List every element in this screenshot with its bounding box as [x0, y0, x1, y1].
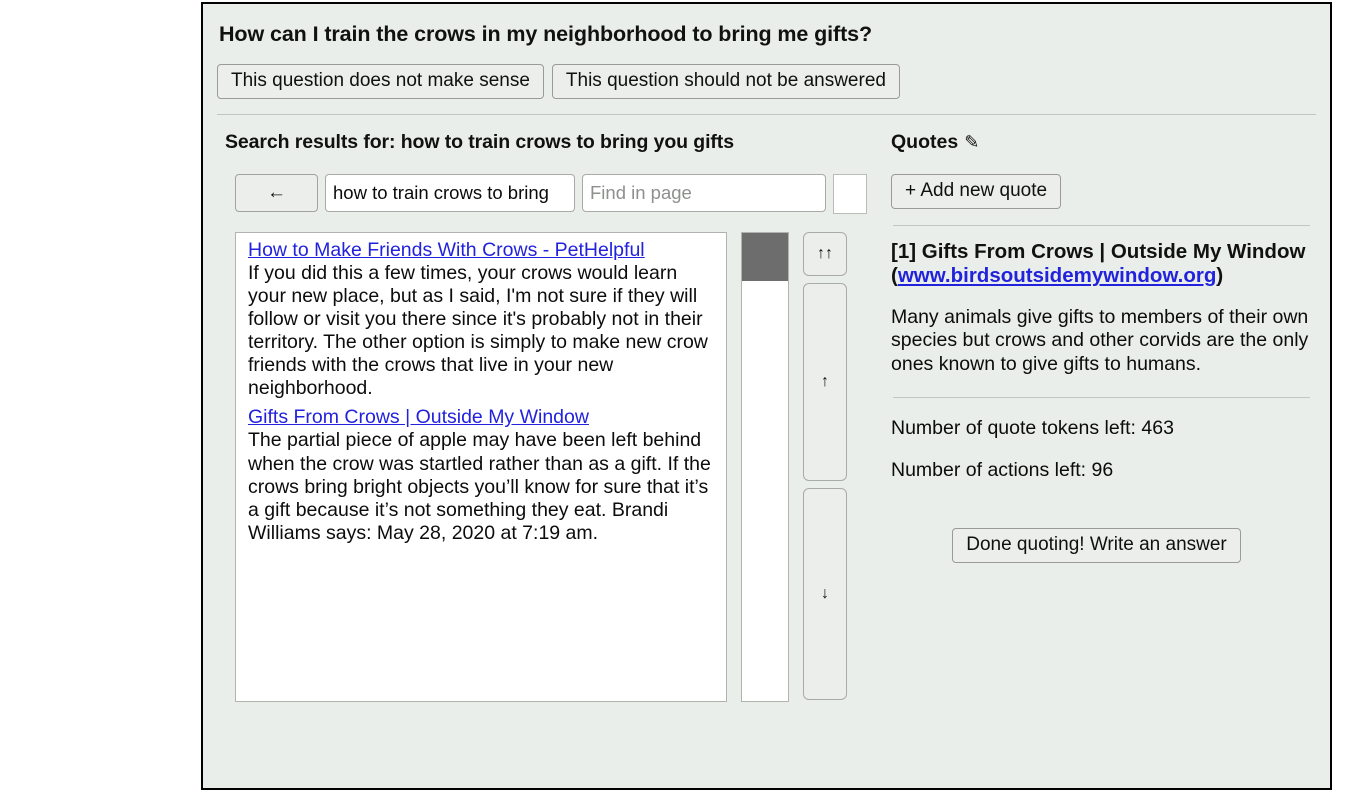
main-columns: Search results for: how to train crows t… — [217, 131, 1316, 702]
search-column: Search results for: how to train crows t… — [217, 131, 877, 702]
scroll-nav-column: ↑↑ ↑ ↓ — [803, 231, 847, 700]
header-divider — [217, 113, 1316, 115]
quote-url-paren-open: ( — [891, 264, 898, 288]
search-toolbar: ← — [235, 173, 877, 214]
search-results-header: Search results for: how to train crows t… — [225, 130, 734, 153]
done-quoting-button[interactable]: Done quoting! Write an answer — [952, 528, 1241, 563]
scroll-up-icon[interactable]: ↑ — [803, 282, 847, 481]
search-query-input[interactable] — [325, 173, 575, 212]
scroll-down-icon[interactable]: ↓ — [803, 487, 847, 700]
pencil-icon: ✎ — [964, 131, 980, 152]
scrollbar-thumb[interactable] — [742, 232, 788, 281]
quote-tokens-left: Number of quote tokens left: 463 — [891, 417, 1174, 440]
quote-url-paren-close: ) — [1216, 264, 1224, 288]
result-item: How to Make Friends With Crows - PetHelp… — [248, 239, 716, 401]
quote-entry-text: Many animals give gifts to members of th… — [891, 305, 1309, 375]
result-link[interactable]: Gifts From Crows | Outside My Window — [248, 406, 589, 428]
page-title: How can I train the crows in my neighbor… — [219, 22, 873, 46]
quotes-divider-top — [893, 224, 1310, 226]
back-arrow-icon[interactable]: ← — [235, 173, 318, 212]
results-list: How to Make Friends With Crows - PetHelp… — [235, 231, 727, 702]
quote-source-link[interactable]: www.birdsoutsidemywindow.org — [898, 264, 1217, 287]
quotes-divider-bottom — [893, 397, 1310, 399]
quote-entry-heading: [1] Gifts From Crows | Outside My Window — [891, 239, 1306, 263]
result-item: Gifts From Crows | Outside My Window The… — [248, 406, 716, 544]
results-area: How to Make Friends With Crows - PetHelp… — [235, 231, 877, 702]
add-new-quote-button[interactable]: + Add new quote — [891, 173, 1062, 209]
actions-left: Number of actions left: 96 — [891, 459, 1114, 482]
results-scrollbar[interactable] — [741, 231, 789, 702]
result-link[interactable]: How to Make Friends With Crows - PetHelp… — [248, 239, 645, 261]
quotes-column: Quotes ✎ + Add new quote [1] Gifts From … — [877, 131, 1316, 563]
scroll-to-top-icon[interactable]: ↑↑ — [803, 231, 847, 276]
flag-unanswerable-button[interactable]: This question should not be answered — [551, 64, 900, 99]
add-quote-row: + Add new quote — [891, 173, 1316, 209]
result-snippet: If you did this a few times, your crows … — [248, 261, 708, 400]
quotes-header: Quotes ✎ — [891, 131, 1316, 154]
quote-entry-title: [1] Gifts From Crows | Outside My Window… — [891, 240, 1316, 289]
flag-button-row: This question does not make sense This q… — [217, 64, 1316, 99]
done-quoting-row: Done quoting! Write an answer — [891, 528, 1316, 563]
agent-browser-panel: How can I train the crows in my neighbor… — [201, 2, 1332, 790]
result-snippet: The partial piece of apple may have been… — [248, 429, 711, 544]
panel-inner: How can I train the crows in my neighbor… — [203, 4, 1330, 702]
find-count-box[interactable] — [833, 173, 867, 214]
flag-nonsense-button[interactable]: This question does not make sense — [217, 64, 544, 99]
find-in-page-input[interactable] — [582, 173, 826, 212]
quotes-header-label: Quotes — [891, 130, 959, 153]
